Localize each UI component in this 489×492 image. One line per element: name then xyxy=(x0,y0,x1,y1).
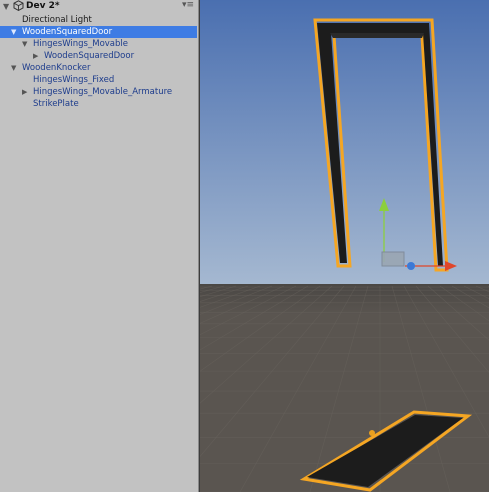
hierarchy-item-label: HingesWings_Movable_Armature xyxy=(33,87,173,97)
hierarchy-item[interactable]: Directional Light xyxy=(0,14,197,26)
hierarchy-item[interactable]: ▼ WoodenSquaredDoor xyxy=(0,26,197,38)
hierarchy-item[interactable]: ▼ HingesWings_Movable xyxy=(0,38,197,50)
scene-title: Dev 2* xyxy=(26,1,60,11)
hierarchy-item[interactable]: ▼ WoodenKnocker xyxy=(0,62,197,74)
scene-viewport[interactable] xyxy=(200,0,489,492)
unity-scene-icon xyxy=(13,0,24,11)
hierarchy-panel: ▼ Dev 2* ▾≡ Directional Light ▼ WoodenSqua… xyxy=(0,0,199,492)
expand-arrow-icon[interactable]: ▼ xyxy=(11,26,16,38)
pivot-handle[interactable] xyxy=(369,430,375,436)
hierarchy-item[interactable]: ▶ WoodenSquaredDoor xyxy=(0,50,197,62)
door-frame-lintel xyxy=(330,33,424,38)
hierarchy-item-label: HingesWings_Movable xyxy=(33,39,128,49)
hierarchy-item[interactable]: ▶ HingesWings_Movable_Armature xyxy=(0,86,197,98)
collapse-arrow-icon[interactable]: ▶ xyxy=(22,86,27,98)
expand-arrow-icon[interactable]: ▼ xyxy=(3,2,9,11)
hierarchy-item[interactable]: StrikePlate xyxy=(0,98,197,110)
hierarchy-item-label: HingesWings_Fixed xyxy=(33,75,115,85)
options-menu-icon[interactable]: ▾≡ xyxy=(182,0,194,11)
hierarchy-item[interactable]: HingesWings_Fixed xyxy=(0,74,197,86)
hierarchy-item-label: StrikePlate xyxy=(33,99,79,109)
expand-arrow-icon[interactable]: ▼ xyxy=(22,38,27,50)
gizmo-z-handle[interactable] xyxy=(407,262,415,270)
scene-view[interactable] xyxy=(200,0,489,492)
hierarchy-item-label: WoodenSquaredDoor xyxy=(22,27,113,37)
scene-header[interactable]: ▼ Dev 2* ▾≡ xyxy=(0,0,198,13)
hierarchy-item-label: Directional Light xyxy=(22,15,92,25)
hierarchy-item-label: WoodenSquaredDoor xyxy=(44,51,135,61)
collapse-arrow-icon[interactable]: ▶ xyxy=(33,50,38,62)
expand-arrow-icon[interactable]: ▼ xyxy=(11,62,16,74)
hierarchy-item-label: WoodenKnocker xyxy=(22,63,91,73)
gizmo-plane-handle[interactable] xyxy=(381,251,405,267)
